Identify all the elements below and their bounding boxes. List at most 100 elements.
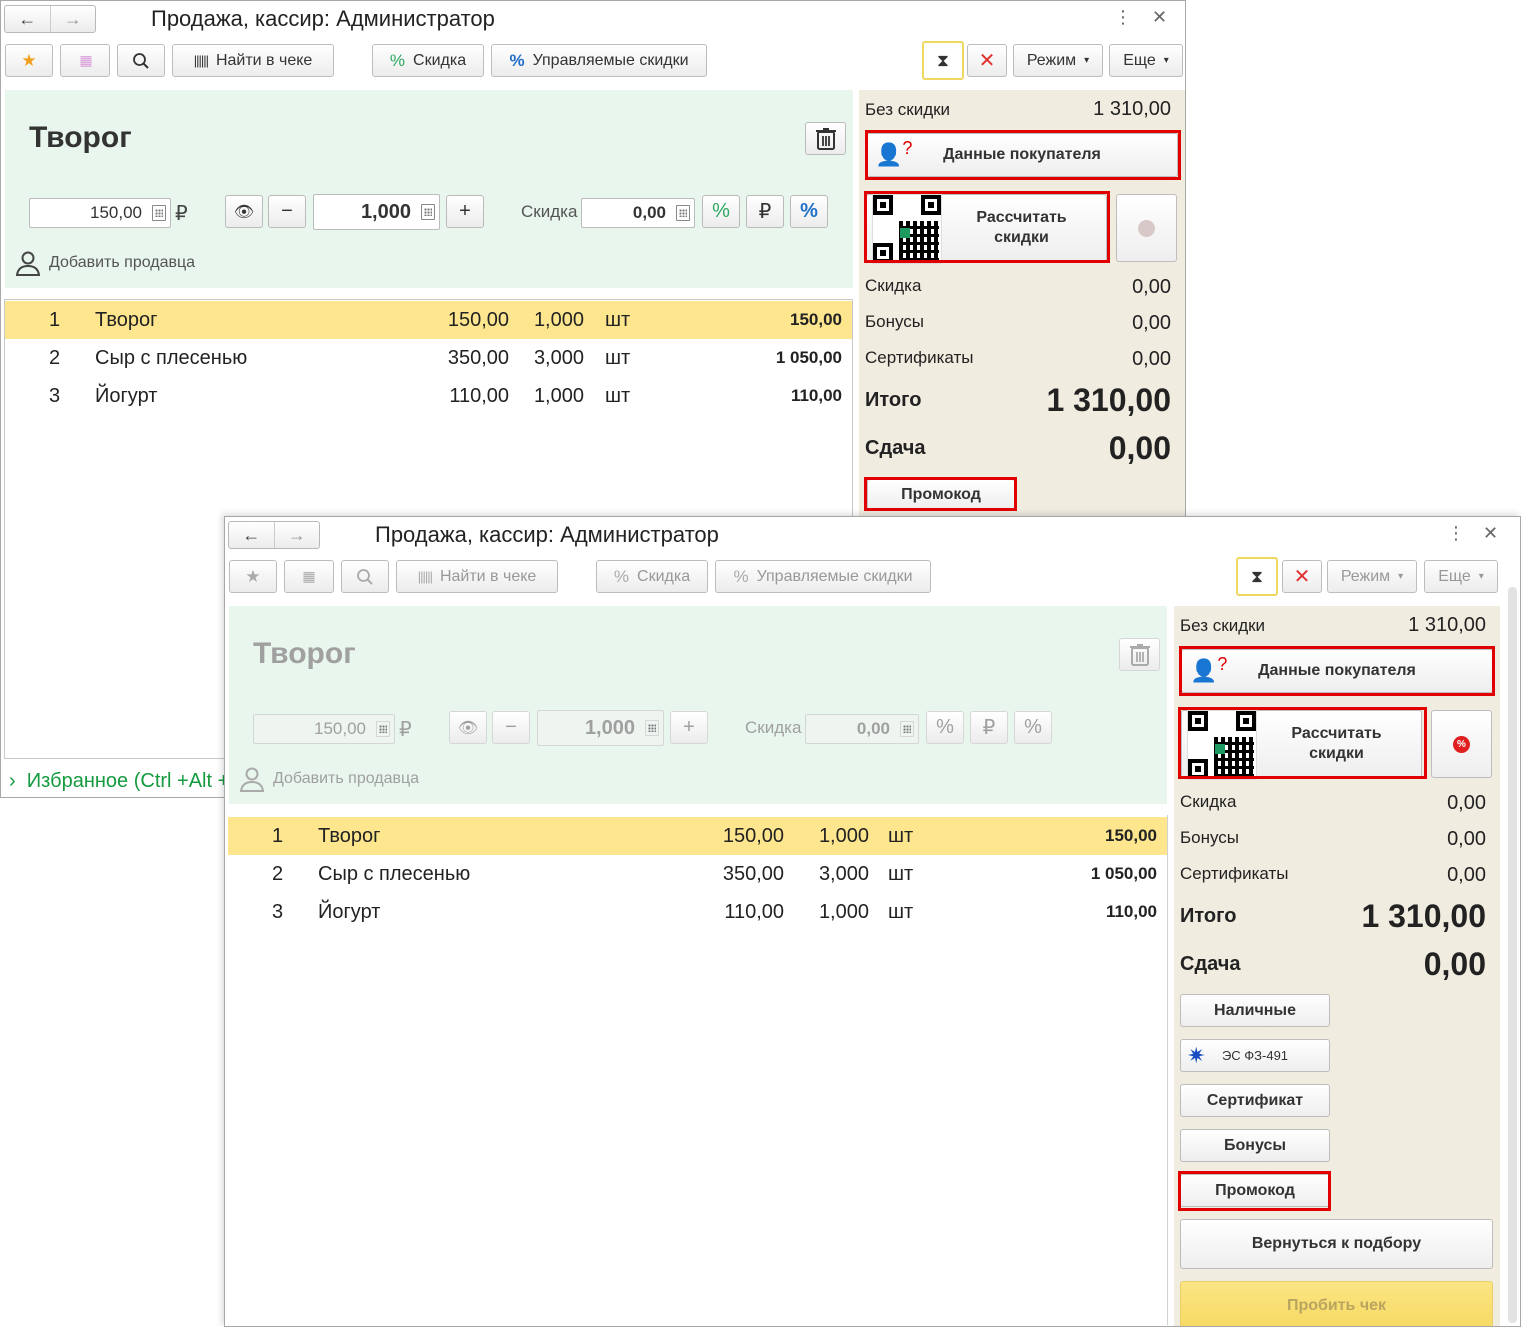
discount-button[interactable]: % Скидка bbox=[596, 560, 708, 593]
discount-field[interactable]: 0,00 bbox=[805, 714, 919, 744]
calculator-icon[interactable] bbox=[645, 720, 659, 736]
grid-button[interactable]: ▦ bbox=[60, 44, 110, 77]
window-title: Продажа, кассир: Администратор bbox=[151, 6, 495, 31]
print-check-button[interactable]: Пробить чек bbox=[1180, 1281, 1493, 1326]
discount-button[interactable]: % Скидка bbox=[372, 44, 484, 77]
discount-info-button[interactable]: % bbox=[1431, 710, 1492, 778]
managed-discounts-button[interactable]: % Управляемые скидки bbox=[491, 44, 707, 77]
ruble-sign: ₽ bbox=[399, 719, 412, 741]
minus-button[interactable]: − bbox=[268, 195, 306, 228]
person-question-icon: 👤? bbox=[875, 138, 913, 167]
close-icon[interactable]: ✕ bbox=[1483, 523, 1498, 544]
eye-button[interactable]: 👁 bbox=[449, 711, 487, 744]
find-in-check-button[interactable]: |||||| Найти в чеке bbox=[396, 560, 558, 593]
delete-button[interactable] bbox=[805, 122, 846, 155]
price-field[interactable]: 150,00 bbox=[29, 198, 171, 228]
items-table: 1 Творог 150,00 1,000 шт 150,00 2 Сыр с … bbox=[228, 815, 1168, 1325]
buyer-data-button[interactable]: 👤? Данные покупателя bbox=[866, 133, 1178, 177]
calculator-icon[interactable] bbox=[421, 204, 435, 220]
forward-arrow-icon[interactable]: → bbox=[275, 522, 320, 548]
row-unit: шт bbox=[605, 384, 631, 407]
discount-field[interactable]: 0,00 bbox=[581, 198, 695, 228]
percent-discount-button[interactable]: % bbox=[702, 195, 740, 228]
mode-button[interactable]: Режим ▾ bbox=[1013, 44, 1103, 77]
table-row[interactable]: 2 Сыр с плесенью 350,00 3,000 шт 1 050,0… bbox=[228, 855, 1167, 893]
forward-arrow-icon[interactable]: → bbox=[51, 6, 96, 32]
more-button[interactable]: Еще ▾ bbox=[1109, 44, 1183, 77]
table-row[interactable]: 1 Творог 150,00 1,000 шт 150,00 bbox=[228, 817, 1167, 855]
eye-button[interactable]: 👁 bbox=[225, 195, 263, 228]
managed-discount-button[interactable]: % bbox=[1014, 711, 1052, 744]
table-row[interactable]: 3 Йогурт 110,00 1,000 шт 110,00 bbox=[5, 377, 852, 415]
delete-button[interactable] bbox=[1119, 638, 1160, 671]
managed-discounts-button[interactable]: % Управляемые скидки bbox=[715, 560, 931, 593]
table-row[interactable]: 3 Йогурт 110,00 1,000 шт 110,00 bbox=[228, 893, 1167, 931]
table-row[interactable]: 2 Сыр с плесенью 350,00 3,000 шт 1 050,0… bbox=[5, 339, 852, 377]
search-button[interactable] bbox=[117, 44, 165, 77]
hourglass-icon: ⧗ bbox=[937, 50, 949, 70]
favorite-button[interactable]: ★ bbox=[5, 44, 53, 77]
promo-label: Промокод bbox=[901, 485, 981, 503]
calc-discounts-button[interactable]: Рассчитать скидки bbox=[866, 194, 1107, 264]
price-value: 150,00 bbox=[314, 719, 366, 738]
ruble-discount-button[interactable]: ₽ bbox=[746, 195, 784, 228]
minus-button[interactable]: − bbox=[492, 711, 530, 744]
add-seller-link[interactable]: Добавить продавца bbox=[15, 250, 195, 276]
cancel-button[interactable]: ✕ bbox=[1282, 560, 1322, 593]
scrollbar[interactable] bbox=[1508, 587, 1517, 1323]
back-arrow-icon[interactable]: ← bbox=[5, 6, 51, 32]
person-question-icon: 👤? bbox=[1190, 654, 1228, 683]
buyer-data-button[interactable]: 👤? Данные покупателя bbox=[1181, 649, 1493, 693]
snowflake-icon: ✷ bbox=[1187, 1043, 1206, 1068]
quantity-field[interactable]: 1,000 bbox=[313, 194, 440, 230]
row-unit: шт bbox=[605, 308, 631, 331]
calculator-icon[interactable] bbox=[152, 205, 166, 221]
cancel-button[interactable]: ✕ bbox=[967, 44, 1007, 77]
find-in-check-button[interactable]: |||||| Найти в чеке bbox=[172, 44, 334, 77]
certificate-button[interactable]: Сертификат bbox=[1180, 1084, 1330, 1117]
add-seller-link[interactable]: Добавить продавца bbox=[239, 766, 419, 792]
percent-discount-button[interactable]: % bbox=[926, 711, 964, 744]
no-discount-value: 1 310,00 bbox=[1408, 614, 1486, 636]
managed-discount-button[interactable]: % bbox=[790, 195, 828, 228]
search-button[interactable] bbox=[341, 560, 389, 593]
back-arrow-icon[interactable]: ← bbox=[229, 522, 275, 548]
calculator-icon[interactable] bbox=[900, 721, 914, 737]
close-icon[interactable]: ✕ bbox=[1152, 7, 1167, 28]
grid-button[interactable]: ▦ bbox=[284, 560, 334, 593]
more-vert-icon[interactable]: ⋮ bbox=[1447, 523, 1465, 544]
back-to-selection-button[interactable]: Вернуться к подбору bbox=[1180, 1219, 1493, 1269]
price-field[interactable]: 150,00 bbox=[253, 714, 395, 744]
calculator-icon[interactable] bbox=[676, 205, 690, 221]
mode-button[interactable]: Режим ▾ bbox=[1327, 560, 1417, 593]
favorite-button[interactable]: ★ bbox=[229, 560, 277, 593]
favorites-link[interactable]: › Избранное (Ctrl +Alt + bbox=[9, 770, 229, 793]
promo-button[interactable]: Промокод bbox=[867, 479, 1015, 510]
calculator-icon[interactable] bbox=[376, 721, 390, 737]
total-value: 1 310,00 bbox=[1046, 382, 1171, 418]
bonuses-button[interactable]: Бонусы bbox=[1180, 1129, 1330, 1162]
discount-value: 0,00 bbox=[1132, 276, 1171, 298]
more-button[interactable]: Еще ▾ bbox=[1424, 560, 1498, 593]
ruble-discount-button[interactable]: ₽ bbox=[970, 711, 1008, 744]
cash-button[interactable]: Наличные bbox=[1180, 994, 1330, 1027]
calc-discounts-button[interactable]: Рассчитать скидки bbox=[1181, 710, 1422, 780]
promo-button[interactable]: Промокод bbox=[1180, 1174, 1330, 1207]
hourglass-button[interactable]: ⧗ bbox=[922, 41, 964, 80]
discount-info-button[interactable] bbox=[1116, 194, 1177, 262]
hourglass-button[interactable]: ⧗ bbox=[1236, 557, 1278, 596]
product-name: Творог bbox=[253, 637, 356, 670]
mode-label: Режим bbox=[1340, 567, 1391, 585]
quantity-field[interactable]: 1,000 bbox=[537, 710, 664, 746]
back-to-selection-label: Вернуться к подбору bbox=[1251, 1235, 1422, 1252]
change-label: Сдача bbox=[1180, 953, 1241, 975]
certificates-value: 0,00 bbox=[1132, 348, 1171, 370]
plus-button[interactable]: + bbox=[446, 195, 484, 228]
row-price: 350,00 bbox=[447, 346, 509, 369]
es-button[interactable]: ✷ ЭС ФЗ-491 bbox=[1180, 1039, 1330, 1072]
discount-field-label: Скидка bbox=[521, 202, 578, 221]
plus-button[interactable]: + bbox=[670, 711, 708, 744]
no-discount-label: Без скидки bbox=[865, 99, 951, 119]
more-vert-icon[interactable]: ⋮ bbox=[1114, 7, 1132, 28]
table-row[interactable]: 1 Творог 150,00 1,000 шт 150,00 bbox=[5, 301, 852, 339]
